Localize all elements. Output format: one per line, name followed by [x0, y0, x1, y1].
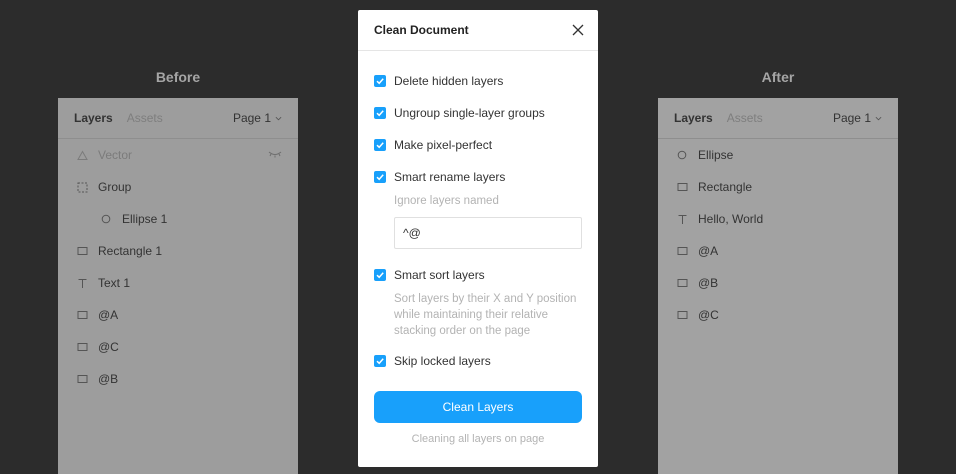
layer-row[interactable]: Ellipse 1 [58, 203, 298, 235]
checkbox-checked-icon[interactable] [374, 107, 386, 119]
ellipse-icon [100, 213, 112, 225]
tab-assets[interactable]: Assets [727, 111, 763, 125]
sort-description: Sort layers by their X and Y position wh… [394, 293, 577, 337]
page-selector[interactable]: Page 1 [833, 111, 882, 125]
ignore-layers-label: Ignore layers named [394, 195, 499, 207]
checkbox-checked-icon[interactable] [374, 75, 386, 87]
text-icon [76, 277, 88, 289]
after-layers-panel: Layers Assets Page 1 Ellipse Rectangle H… [658, 98, 898, 474]
layer-name: Text 1 [98, 276, 131, 290]
option-label: Make pixel-perfect [394, 138, 493, 152]
layer-name: @B [698, 276, 719, 290]
close-icon[interactable] [571, 23, 585, 37]
option-delete-hidden[interactable]: Delete hidden layers [374, 74, 503, 88]
ellipse-icon [676, 149, 688, 161]
page-name: Page 1 [832, 111, 871, 125]
layer-row[interactable]: Text 1 [58, 267, 298, 299]
layer-row[interactable]: Rectangle 1 [58, 235, 298, 267]
layer-name: @A [698, 244, 719, 258]
after-layer-list: Ellipse Rectangle Hello, World @A @B @C [658, 139, 898, 331]
footer-note: Cleaning all layers on page [411, 433, 545, 445]
layer-name: @C [98, 340, 119, 354]
layer-row[interactable]: @C [58, 331, 298, 363]
hidden-eye-icon[interactable] [268, 150, 282, 158]
frame-icon [76, 181, 88, 193]
layer-row[interactable]: @A [58, 299, 298, 331]
rectangle-icon [76, 341, 88, 353]
before-layers-panel: Layers Assets Page 1 Vector Group Ellips… [58, 98, 298, 474]
option-label: Ungroup single-layer groups [394, 106, 545, 120]
option-pixel-perfect[interactable]: Make pixel-perfect [374, 138, 492, 152]
layer-row[interactable]: Group [58, 171, 298, 203]
text-icon [676, 213, 688, 225]
checkbox-checked-icon[interactable] [374, 139, 386, 151]
dialog-header: Clean Document [358, 10, 598, 51]
tab-assets[interactable]: Assets [127, 111, 163, 125]
layer-row[interactable]: Rectangle [658, 171, 898, 203]
layer-row[interactable]: Vector [58, 139, 298, 171]
layer-row[interactable]: @B [658, 267, 898, 299]
option-label: Smart rename layers [394, 170, 506, 184]
layer-name: @B [98, 372, 119, 386]
option-label: Delete hidden layers [394, 74, 504, 88]
option-skip-locked[interactable]: Skip locked layers [374, 354, 491, 368]
before-layer-list: Vector Group Ellipse 1 Rectangle 1 Text … [58, 139, 298, 395]
option-ungroup[interactable]: Ungroup single-layer groups [374, 106, 545, 120]
tab-layers[interactable]: Layers [74, 111, 113, 125]
layer-row[interactable]: @B [58, 363, 298, 395]
chevron-down-icon [275, 116, 282, 120]
layer-name: Hello, World [698, 212, 764, 226]
rectangle-icon [676, 309, 688, 321]
layer-row[interactable]: Hello, World [658, 203, 898, 235]
layer-name: Rectangle 1 [98, 244, 163, 258]
layer-name: Ellipse 1 [122, 212, 168, 226]
layer-row[interactable]: @C [658, 299, 898, 331]
option-smart-sort[interactable]: Smart sort layers [374, 268, 485, 282]
layer-name: Vector [98, 148, 133, 162]
layer-name: @C [698, 308, 719, 322]
clean-document-dialog: Clean Document Delete hidden layers Ungr… [358, 10, 598, 467]
after-title: After [761, 69, 795, 85]
rectangle-icon [76, 309, 88, 321]
layer-row[interactable]: Ellipse [658, 139, 898, 171]
checkbox-checked-icon[interactable] [374, 355, 386, 367]
rectangle-icon [676, 245, 688, 257]
before-title: Before [155, 69, 201, 85]
dialog-title: Clean Document [374, 23, 469, 37]
clean-layers-button[interactable]: Clean Layers [374, 391, 582, 423]
option-smart-rename[interactable]: Smart rename layers [374, 170, 505, 184]
layer-row[interactable]: @A [658, 235, 898, 267]
vector-icon [76, 149, 88, 161]
checkbox-checked-icon[interactable] [374, 171, 386, 183]
after-panel-header: Layers Assets Page 1 [658, 98, 898, 139]
rectangle-icon [76, 373, 88, 385]
before-panel-header: Layers Assets Page 1 [58, 98, 298, 139]
option-label: Skip locked layers [394, 354, 491, 368]
ignore-pattern-input[interactable] [394, 217, 582, 249]
layer-name: @A [98, 308, 119, 322]
checkbox-checked-icon[interactable] [374, 269, 386, 281]
rectangle-icon [676, 181, 688, 193]
rectangle-icon [676, 277, 688, 289]
page-name: Page 1 [232, 111, 271, 125]
tab-layers[interactable]: Layers [674, 111, 713, 125]
chevron-down-icon [875, 116, 882, 120]
layer-name: Ellipse [698, 148, 734, 162]
layer-name: Rectangle [698, 180, 753, 194]
option-label: Smart sort layers [394, 268, 485, 282]
layer-name: Group [98, 180, 132, 194]
rectangle-icon [76, 245, 88, 257]
page-selector[interactable]: Page 1 [233, 111, 282, 125]
